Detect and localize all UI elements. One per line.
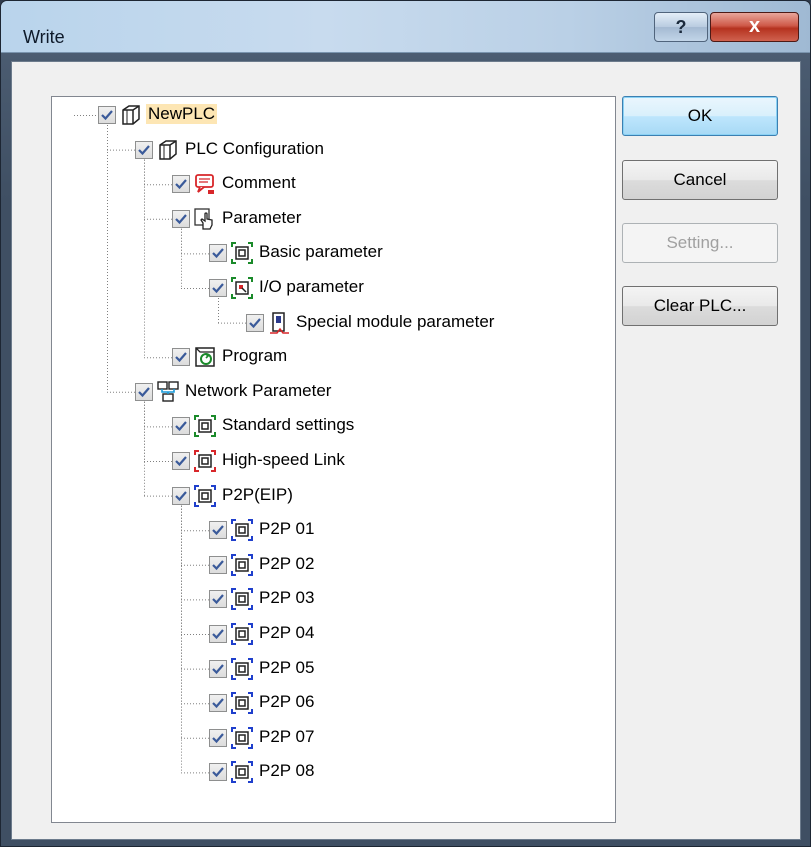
tree-item-label: P2P 04 [259, 623, 315, 642]
tree-item-checkbox[interactable] [135, 140, 153, 159]
tree-item[interactable]: Standard settings [52, 410, 612, 440]
program-icon [193, 345, 217, 369]
p2p-icon [230, 726, 254, 750]
tree-item-checkbox[interactable] [209, 555, 227, 574]
tree-item[interactable]: Comment [52, 168, 612, 198]
tree-item-checkbox[interactable] [209, 659, 227, 678]
tree-item-label: I/O parameter [259, 277, 364, 296]
window-title: Write [23, 27, 65, 47]
clear-plc-button[interactable]: Clear PLC... [622, 286, 778, 326]
tree-item-label: Parameter [222, 207, 302, 227]
tree-item-label: P2P 07 [259, 726, 315, 746]
tree-item[interactable]: P2P 08 [52, 756, 612, 786]
tree-item-label: Basic parameter [259, 242, 383, 262]
tree-item[interactable]: P2P 07 [52, 722, 612, 752]
help-button[interactable]: ? [654, 12, 708, 42]
tree-item[interactable]: P2P 05 [52, 653, 612, 683]
tree-item[interactable]: Program [52, 341, 612, 371]
tree-item[interactable]: P2P 02 [52, 549, 612, 579]
io-parameter-icon [230, 276, 254, 300]
tree-item-label: NewPLC [146, 104, 218, 124]
p2p-icon [230, 518, 254, 542]
tree-item-checkbox[interactable] [209, 763, 227, 782]
tree-item[interactable]: P2P(EIP) [52, 480, 612, 510]
title-bar[interactable]: Write ? x [1, 1, 810, 53]
tree-item-checkbox[interactable] [209, 694, 227, 713]
tree-item-checkbox[interactable] [172, 452, 190, 470]
tree-item-label: Program [222, 346, 288, 366]
tree-item-checkbox[interactable] [209, 279, 227, 297]
tree-item[interactable]: High-speed Link [52, 445, 612, 475]
tree-item-label: PLC Configuration [185, 138, 324, 158]
ok-button[interactable]: OK [622, 96, 778, 136]
p2p-icon [230, 760, 254, 784]
p2p-icon [230, 553, 254, 577]
tree-item-checkbox[interactable] [172, 348, 190, 367]
tree-item-checkbox[interactable] [172, 417, 190, 436]
write-target-tree[interactable]: NewPLC PLC Configuration Comment Parameter B… [51, 96, 616, 823]
tree-item-label: P2P 03 [259, 588, 315, 608]
tree-item-checkbox[interactable] [172, 486, 190, 505]
tree-item[interactable]: PLC Configuration [52, 134, 612, 164]
tree-item-checkbox[interactable] [209, 521, 227, 540]
cancel-button[interactable]: Cancel [622, 160, 778, 200]
tree-item[interactable]: P2P 03 [52, 583, 612, 613]
tree-item-label: P2P 02 [259, 553, 315, 573]
network-icon [156, 380, 180, 404]
tree-item[interactable]: Parameter [52, 203, 612, 233]
tree-item-checkbox[interactable] [135, 382, 153, 401]
close-button[interactable]: x [710, 12, 799, 42]
tree-item-checkbox[interactable] [172, 175, 190, 194]
tree-item-label: Comment [222, 173, 296, 193]
comment-icon [193, 172, 217, 196]
tree-item[interactable]: NewPLC [52, 99, 612, 129]
hand-pointer-icon [193, 207, 217, 231]
write-dialog: Write ? x NewPLC PLC Configuration Comment… [0, 0, 811, 847]
tree-item-label: Standard settings [222, 415, 355, 435]
setting-button[interactable]: Setting... [622, 223, 778, 263]
tree-item-checkbox[interactable] [209, 244, 227, 263]
tree-item[interactable]: P2P 01 [52, 514, 612, 544]
standard-settings-icon [193, 414, 217, 438]
tree-item[interactable]: Basic parameter [52, 237, 612, 267]
tree-item-label: P2P 08 [259, 761, 315, 781]
tree-item[interactable]: P2P 04 [52, 618, 612, 648]
tree-item-label: P2P 01 [259, 519, 315, 539]
special-module-icon [267, 311, 291, 335]
tree-item-checkbox[interactable] [98, 106, 116, 124]
tree-item-label: Special module parameter [296, 311, 495, 331]
tree-item-checkbox[interactable] [209, 625, 227, 643]
tree-item-checkbox[interactable] [209, 590, 227, 609]
tree-item-label: High-speed Link [222, 450, 345, 469]
p2p-icon [230, 657, 254, 681]
tree-item-checkbox[interactable] [209, 728, 227, 747]
tree-item-label: P2P 06 [259, 692, 315, 712]
p2p-icon [230, 587, 254, 611]
p2p-icon [193, 484, 217, 508]
p2p-icon [230, 622, 254, 646]
high-speed-link-icon [193, 449, 217, 473]
tree-item-label: P2P(EIP) [222, 484, 293, 504]
p2p-icon [230, 691, 254, 715]
tree-item-label: P2P 05 [259, 657, 315, 677]
basic-parameter-icon [230, 241, 254, 265]
tree-item-checkbox[interactable] [172, 209, 190, 228]
tree-item[interactable]: I/O parameter [52, 272, 612, 302]
plc-cube-icon [119, 103, 143, 127]
tree-item[interactable]: P2P 06 [52, 687, 612, 717]
tree-item[interactable]: Special module parameter [52, 307, 612, 337]
dialog-client-area: NewPLC PLC Configuration Comment Parameter B… [11, 61, 801, 840]
plc-cube-icon [156, 138, 180, 162]
tree-item-label: Network Parameter [185, 380, 332, 400]
tree-item-checkbox[interactable] [246, 313, 264, 332]
tree-item[interactable]: Network Parameter [52, 376, 612, 406]
